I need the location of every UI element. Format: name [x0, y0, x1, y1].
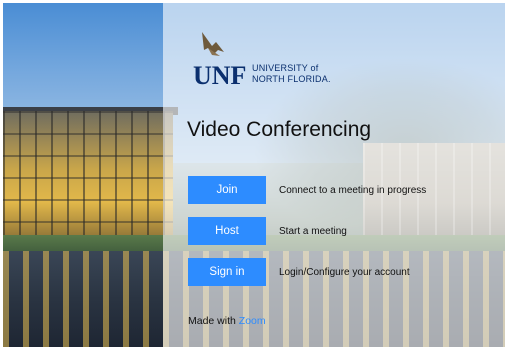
logo-line-1: UNIVERSITY of	[252, 63, 319, 73]
zoom-link[interactable]: Zoom	[239, 315, 266, 327]
logo-mark: UNF	[193, 61, 246, 90]
join-button[interactable]: Join	[188, 176, 266, 204]
osprey-icon	[202, 32, 224, 56]
footer-prefix: Made with	[188, 315, 236, 327]
join-description: Connect to a meeting in progress	[279, 185, 427, 196]
host-button[interactable]: Host	[188, 217, 266, 245]
page-title: Video Conferencing	[187, 118, 372, 141]
logo-line-2: NORTH FLORIDA.	[252, 74, 331, 84]
sign-in-description: Login/Configure your account	[279, 267, 410, 278]
footer: Made with Zoom	[188, 315, 266, 327]
host-description: Start a meeting	[279, 226, 347, 237]
background-campus-building	[3, 111, 173, 241]
logo-wordmark: UNIVERSITY of NORTH FLORIDA.	[252, 63, 331, 85]
sign-in-button[interactable]: Sign in	[188, 258, 266, 286]
